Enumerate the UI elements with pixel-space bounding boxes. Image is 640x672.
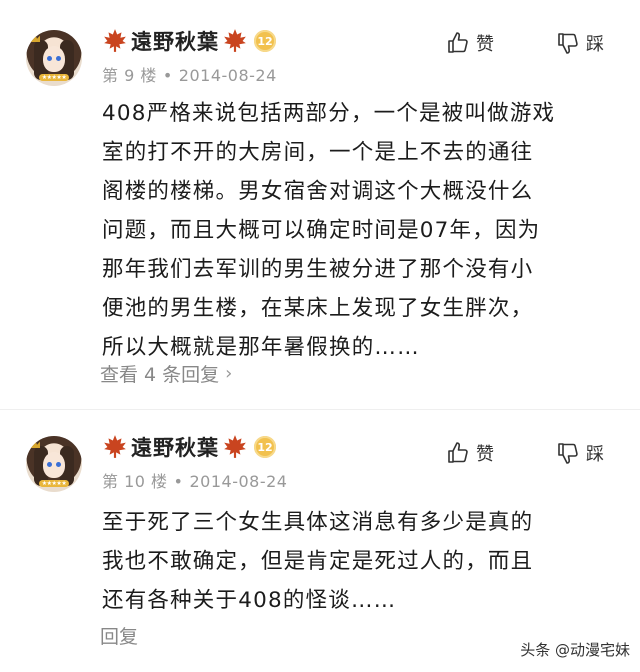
meta-separator: • bbox=[173, 472, 184, 491]
comment-line: 至于死了三个女生具体这消息有多少是真的 bbox=[102, 510, 534, 535]
reply-label: 回复 bbox=[100, 626, 139, 648]
like-label: 赞 bbox=[476, 34, 494, 55]
dislike-button[interactable]: 踩 bbox=[556, 30, 604, 56]
level-badge: 12 bbox=[254, 436, 276, 458]
view-replies-label: 查看 4 条回复 bbox=[100, 364, 220, 386]
like-button[interactable]: 赞 bbox=[446, 30, 494, 56]
floor-number: 第 10 楼 bbox=[102, 472, 168, 491]
like-button[interactable]: 赞 bbox=[446, 440, 494, 466]
comment-body: 至于死了三个女生具体这消息有多少是真的 我也不敢确定，但是肯定是死过人的，而且 … bbox=[102, 503, 622, 620]
comment-floor-10: ★★★★★ 遠野秋葉 12 第 10 楼 • 2014-08-24 赞 踩 至于死了… bbox=[0, 410, 640, 672]
reply-link[interactable]: 回复 bbox=[100, 622, 138, 649]
dislike-label: 踩 bbox=[586, 34, 604, 55]
chevron-right-icon: › bbox=[225, 363, 233, 384]
thumbs-up-icon bbox=[448, 32, 468, 53]
floor-number: 第 9 楼 bbox=[102, 66, 157, 85]
comment-line: 那年我们去军训的男生被分进了那个没有小 bbox=[102, 257, 534, 282]
comment-line: 室的打不开的大房间，一个是上不去的通往 bbox=[102, 140, 534, 165]
avatar[interactable]: ★★★★★ bbox=[26, 436, 82, 492]
post-meta: 第 9 楼 • 2014-08-24 bbox=[102, 62, 277, 86]
level-badge: 12 bbox=[254, 30, 276, 52]
meta-separator: • bbox=[162, 66, 173, 85]
comment-line: 问题，而且大概可以确定时间是07年，因为 bbox=[102, 218, 541, 243]
comment-line: 我也不敢确定，但是肯定是死过人的，而且 bbox=[102, 549, 534, 574]
post-date: 2014-08-24 bbox=[178, 66, 277, 85]
comment-line: 408严格来说包括两部分，一个是被叫做游戏 bbox=[102, 101, 556, 126]
dislike-button[interactable]: 踩 bbox=[556, 440, 604, 466]
username-row: 遠野秋葉 12 bbox=[102, 27, 276, 55]
post-date: 2014-08-24 bbox=[189, 472, 288, 491]
maple-leaf-icon bbox=[224, 29, 246, 52]
like-label: 赞 bbox=[476, 444, 494, 465]
maple-leaf-icon bbox=[104, 435, 126, 458]
thumbs-up-icon bbox=[448, 442, 468, 463]
avatar[interactable]: ★★★★★ bbox=[26, 30, 82, 86]
username[interactable]: 遠野秋葉 bbox=[131, 432, 219, 462]
comment-line: 便池的男生楼，在某床上发现了女生胖次， bbox=[102, 296, 534, 321]
comment-floor-9: ★★★★★ 遠野秋葉 12 第 9 楼 • 2014-08-24 赞 踩 408严格… bbox=[0, 0, 640, 410]
dislike-label: 踩 bbox=[586, 444, 604, 465]
maple-leaf-icon bbox=[224, 435, 246, 458]
username-row: 遠野秋葉 12 bbox=[102, 433, 276, 461]
post-meta: 第 10 楼 • 2014-08-24 bbox=[102, 468, 287, 492]
comment-line: 阁楼的楼梯。男女宿舍对调这个大概没什么 bbox=[102, 179, 534, 204]
maple-leaf-icon bbox=[104, 29, 126, 52]
thumbs-down-icon bbox=[558, 443, 578, 464]
watermark: 头条 @动漫宅妹 bbox=[520, 639, 630, 660]
thumbs-down-icon bbox=[558, 33, 578, 54]
username[interactable]: 遠野秋葉 bbox=[131, 26, 219, 56]
comment-body: 408严格来说包括两部分，一个是被叫做游戏 室的打不开的大房间，一个是上不去的通… bbox=[102, 94, 622, 367]
view-replies-link[interactable]: 查看 4 条回复 › bbox=[100, 360, 232, 387]
comment-line: 还有各种关于408的怪谈…… bbox=[102, 588, 397, 613]
